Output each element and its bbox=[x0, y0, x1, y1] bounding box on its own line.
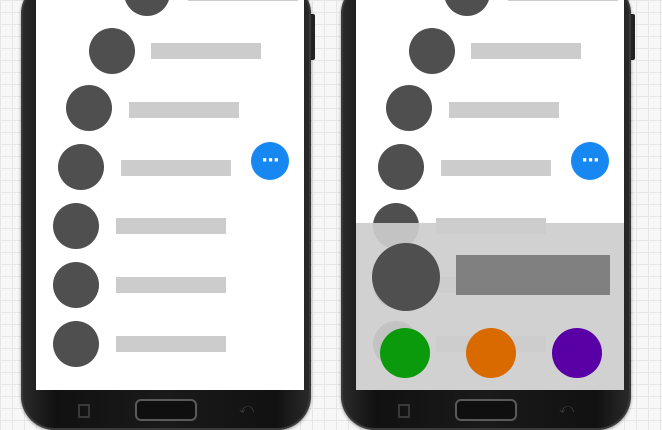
avatar bbox=[124, 0, 170, 16]
list-item[interactable] bbox=[36, 201, 304, 259]
avatar bbox=[89, 28, 135, 74]
list-item[interactable] bbox=[356, 0, 624, 28]
placeholder-text bbox=[129, 102, 239, 118]
phone-left: ··· ⤺ bbox=[21, 0, 315, 430]
action-purple-button[interactable] bbox=[552, 328, 602, 378]
placeholder-text bbox=[188, 0, 298, 1]
avatar bbox=[58, 144, 104, 190]
placeholder-text bbox=[441, 160, 551, 176]
nav-bar: ⤺ bbox=[21, 392, 311, 430]
list-item[interactable] bbox=[356, 83, 624, 141]
avatar bbox=[53, 203, 99, 249]
placeholder-text bbox=[508, 0, 618, 1]
placeholder-text bbox=[151, 43, 261, 59]
avatar bbox=[53, 321, 99, 367]
avatar bbox=[444, 0, 490, 16]
home-button[interactable] bbox=[135, 399, 197, 421]
placeholder-text bbox=[449, 102, 559, 118]
more-horizontal-icon: ··· bbox=[581, 150, 599, 171]
placeholder-title bbox=[456, 255, 610, 295]
screen-left: ··· bbox=[36, 0, 304, 390]
placeholder-text bbox=[116, 336, 226, 352]
recent-apps-icon[interactable] bbox=[398, 404, 410, 418]
avatar bbox=[386, 85, 432, 131]
list-item[interactable] bbox=[36, 260, 304, 318]
list-item[interactable] bbox=[36, 319, 304, 377]
nav-bar: ⤺ bbox=[341, 392, 631, 430]
action-green-button[interactable] bbox=[380, 328, 430, 378]
screen-right: ··· bbox=[356, 0, 624, 390]
expanded-action-sheet bbox=[356, 223, 624, 390]
list-item[interactable]: ··· bbox=[356, 142, 624, 200]
more-options-button[interactable]: ··· bbox=[251, 142, 289, 180]
list-item[interactable] bbox=[36, 83, 304, 141]
list-item[interactable] bbox=[356, 26, 624, 84]
placeholder-text bbox=[116, 218, 226, 234]
placeholder-text bbox=[116, 277, 226, 293]
recent-apps-icon[interactable] bbox=[78, 404, 90, 418]
avatar-large bbox=[372, 243, 440, 311]
list-item[interactable]: ··· bbox=[36, 142, 304, 200]
placeholder-text bbox=[121, 160, 231, 176]
avatar bbox=[378, 144, 424, 190]
avatar bbox=[66, 85, 112, 131]
list-item[interactable] bbox=[36, 26, 304, 84]
more-horizontal-icon: ··· bbox=[261, 150, 279, 171]
avatar bbox=[409, 28, 455, 74]
more-options-button[interactable]: ··· bbox=[571, 142, 609, 180]
phone-right: ··· ⤺ bbox=[341, 0, 635, 430]
home-button[interactable] bbox=[455, 399, 517, 421]
list-item[interactable] bbox=[36, 0, 304, 28]
placeholder-text bbox=[471, 43, 581, 59]
avatar bbox=[53, 262, 99, 308]
action-orange-button[interactable] bbox=[466, 328, 516, 378]
